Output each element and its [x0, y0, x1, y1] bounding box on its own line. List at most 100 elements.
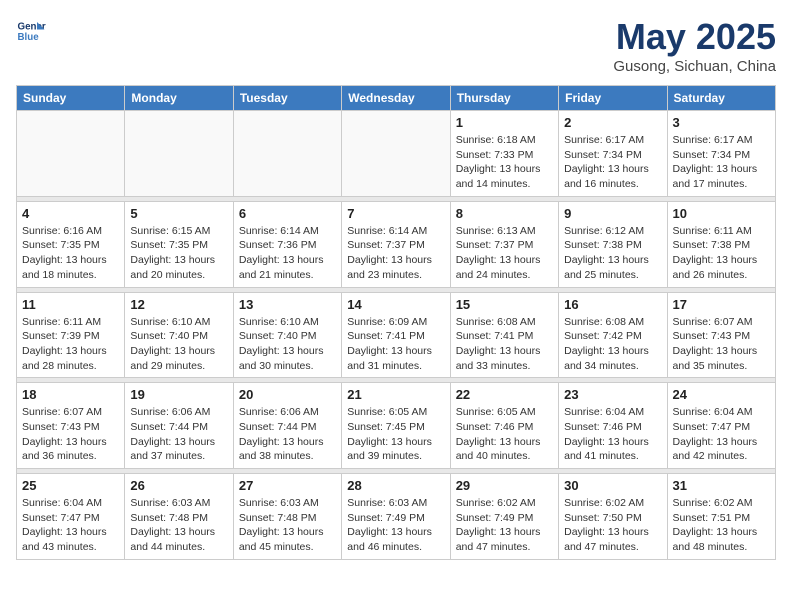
calendar-cell: 13 Sunrise: 6:10 AM Sunset: 7:40 PM Dayli…	[233, 292, 341, 378]
calendar-cell: 31 Sunrise: 6:02 AM Sunset: 7:51 PM Dayli…	[667, 474, 775, 560]
day-info: Sunrise: 6:05 AM Sunset: 7:45 PM Dayligh…	[347, 405, 444, 464]
day-number: 28	[347, 478, 444, 493]
day-info: Sunrise: 6:10 AM Sunset: 7:40 PM Dayligh…	[239, 315, 336, 374]
calendar-cell: 29 Sunrise: 6:02 AM Sunset: 7:49 PM Dayli…	[450, 474, 558, 560]
day-number: 7	[347, 206, 444, 221]
calendar-cell: 17Sunrise: 6:07 AM Sunset: 7:43 PM Dayli…	[667, 292, 775, 378]
day-info: Sunrise: 6:14 AM Sunset: 7:37 PM Dayligh…	[347, 224, 444, 283]
calendar-cell	[17, 111, 125, 197]
day-number: 20	[239, 387, 336, 402]
calendar-cell: 3 Sunrise: 6:17 AM Sunset: 7:34 PM Daylig…	[667, 111, 775, 197]
day-info: Sunrise: 6:02 AM Sunset: 7:50 PM Dayligh…	[564, 496, 661, 555]
day-number: 24	[673, 387, 770, 402]
calendar-table: SundayMondayTuesdayWednesdayThursdayFrid…	[16, 85, 776, 560]
calendar-cell: 15 Sunrise: 6:08 AM Sunset: 7:41 PM Dayli…	[450, 292, 558, 378]
calendar-cell: 23 Sunrise: 6:04 AM Sunset: 7:46 PM Dayli…	[559, 383, 667, 469]
calendar-cell: 21 Sunrise: 6:05 AM Sunset: 7:45 PM Dayli…	[342, 383, 450, 469]
day-info: Sunrise: 6:03 AM Sunset: 7:48 PM Dayligh…	[239, 496, 336, 555]
day-header-sunday: Sunday	[17, 86, 125, 111]
day-number: 9	[564, 206, 661, 221]
calendar-cell	[233, 111, 341, 197]
week-row-4: 18 Sunrise: 6:07 AM Sunset: 7:43 PM Dayli…	[17, 383, 776, 469]
day-header-friday: Friday	[559, 86, 667, 111]
calendar-cell: 25Sunrise: 6:04 AM Sunset: 7:47 PM Dayli…	[17, 474, 125, 560]
title-block: May 2025 Gusong, Sichuan, China	[613, 16, 776, 75]
day-info: Sunrise: 6:13 AM Sunset: 7:37 PM Dayligh…	[456, 224, 553, 283]
day-number: 27	[239, 478, 336, 493]
day-info: Sunrise: 6:06 AM Sunset: 7:44 PM Dayligh…	[130, 405, 227, 464]
calendar-cell: 24 Sunrise: 6:04 AM Sunset: 7:47 PM Dayli…	[667, 383, 775, 469]
day-info: Sunrise: 6:09 AM Sunset: 7:41 PM Dayligh…	[347, 315, 444, 374]
day-number: 29	[456, 478, 553, 493]
page-header: General Blue May 2025 Gusong, Sichuan, C…	[16, 16, 776, 75]
calendar-cell: 7 Sunrise: 6:14 AM Sunset: 7:37 PM Daylig…	[342, 201, 450, 287]
location-subtitle: Gusong, Sichuan, China	[613, 58, 776, 75]
day-number: 11	[22, 297, 119, 312]
day-number: 14	[347, 297, 444, 312]
calendar-cell: 19Sunrise: 6:06 AM Sunset: 7:44 PM Dayli…	[125, 383, 233, 469]
day-header-row: SundayMondayTuesdayWednesdayThursdayFrid…	[17, 86, 776, 111]
week-row-5: 25Sunrise: 6:04 AM Sunset: 7:47 PM Dayli…	[17, 474, 776, 560]
calendar-cell: 30Sunrise: 6:02 AM Sunset: 7:50 PM Dayli…	[559, 474, 667, 560]
day-info: Sunrise: 6:02 AM Sunset: 7:49 PM Dayligh…	[456, 496, 553, 555]
calendar-cell: 16Sunrise: 6:08 AM Sunset: 7:42 PM Dayli…	[559, 292, 667, 378]
week-row-1: 1Sunrise: 6:18 AM Sunset: 7:33 PM Daylig…	[17, 111, 776, 197]
calendar-cell: 2 Sunrise: 6:17 AM Sunset: 7:34 PM Daylig…	[559, 111, 667, 197]
day-number: 1	[456, 115, 553, 130]
day-info: Sunrise: 6:12 AM Sunset: 7:38 PM Dayligh…	[564, 224, 661, 283]
day-info: Sunrise: 6:06 AM Sunset: 7:44 PM Dayligh…	[239, 405, 336, 464]
day-number: 3	[673, 115, 770, 130]
calendar-cell: 11Sunrise: 6:11 AM Sunset: 7:39 PM Dayli…	[17, 292, 125, 378]
day-info: Sunrise: 6:02 AM Sunset: 7:51 PM Dayligh…	[673, 496, 770, 555]
day-info: Sunrise: 6:16 AM Sunset: 7:35 PM Dayligh…	[22, 224, 119, 283]
day-info: Sunrise: 6:11 AM Sunset: 7:38 PM Dayligh…	[673, 224, 770, 283]
calendar-cell: 22 Sunrise: 6:05 AM Sunset: 7:46 PM Dayli…	[450, 383, 558, 469]
day-info: Sunrise: 6:08 AM Sunset: 7:42 PM Dayligh…	[564, 315, 661, 374]
day-number: 26	[130, 478, 227, 493]
calendar-cell: 27 Sunrise: 6:03 AM Sunset: 7:48 PM Dayli…	[233, 474, 341, 560]
day-info: Sunrise: 6:08 AM Sunset: 7:41 PM Dayligh…	[456, 315, 553, 374]
day-number: 8	[456, 206, 553, 221]
calendar-cell: 26 Sunrise: 6:03 AM Sunset: 7:48 PM Dayli…	[125, 474, 233, 560]
day-number: 4	[22, 206, 119, 221]
week-row-2: 4 Sunrise: 6:16 AM Sunset: 7:35 PM Daylig…	[17, 201, 776, 287]
day-info: Sunrise: 6:04 AM Sunset: 7:46 PM Dayligh…	[564, 405, 661, 464]
calendar-cell: 4 Sunrise: 6:16 AM Sunset: 7:35 PM Daylig…	[17, 201, 125, 287]
calendar-cell: 12Sunrise: 6:10 AM Sunset: 7:40 PM Dayli…	[125, 292, 233, 378]
day-number: 15	[456, 297, 553, 312]
calendar-cell: 1Sunrise: 6:18 AM Sunset: 7:33 PM Daylig…	[450, 111, 558, 197]
day-info: Sunrise: 6:05 AM Sunset: 7:46 PM Dayligh…	[456, 405, 553, 464]
calendar-cell: 9 Sunrise: 6:12 AM Sunset: 7:38 PM Daylig…	[559, 201, 667, 287]
svg-text:Blue: Blue	[18, 32, 40, 43]
day-info: Sunrise: 6:15 AM Sunset: 7:35 PM Dayligh…	[130, 224, 227, 283]
calendar-cell: 6Sunrise: 6:14 AM Sunset: 7:36 PM Daylig…	[233, 201, 341, 287]
calendar-cell: 18 Sunrise: 6:07 AM Sunset: 7:43 PM Dayli…	[17, 383, 125, 469]
day-number: 22	[456, 387, 553, 402]
calendar-cell: 5 Sunrise: 6:15 AM Sunset: 7:35 PM Daylig…	[125, 201, 233, 287]
day-header-thursday: Thursday	[450, 86, 558, 111]
day-number: 31	[673, 478, 770, 493]
day-info: Sunrise: 6:03 AM Sunset: 7:48 PM Dayligh…	[130, 496, 227, 555]
calendar-cell: 28Sunrise: 6:03 AM Sunset: 7:49 PM Dayli…	[342, 474, 450, 560]
day-number: 23	[564, 387, 661, 402]
day-number: 18	[22, 387, 119, 402]
day-info: Sunrise: 6:07 AM Sunset: 7:43 PM Dayligh…	[673, 315, 770, 374]
day-number: 21	[347, 387, 444, 402]
day-header-tuesday: Tuesday	[233, 86, 341, 111]
day-info: Sunrise: 6:04 AM Sunset: 7:47 PM Dayligh…	[673, 405, 770, 464]
day-number: 2	[564, 115, 661, 130]
logo: General Blue	[16, 16, 46, 46]
day-info: Sunrise: 6:17 AM Sunset: 7:34 PM Dayligh…	[673, 133, 770, 192]
calendar-cell	[125, 111, 233, 197]
day-header-wednesday: Wednesday	[342, 86, 450, 111]
day-info: Sunrise: 6:14 AM Sunset: 7:36 PM Dayligh…	[239, 224, 336, 283]
day-info: Sunrise: 6:04 AM Sunset: 7:47 PM Dayligh…	[22, 496, 119, 555]
day-info: Sunrise: 6:17 AM Sunset: 7:34 PM Dayligh…	[564, 133, 661, 192]
day-number: 13	[239, 297, 336, 312]
logo-icon: General Blue	[16, 16, 46, 46]
day-number: 10	[673, 206, 770, 221]
calendar-cell: 8 Sunrise: 6:13 AM Sunset: 7:37 PM Daylig…	[450, 201, 558, 287]
day-info: Sunrise: 6:07 AM Sunset: 7:43 PM Dayligh…	[22, 405, 119, 464]
day-number: 5	[130, 206, 227, 221]
week-row-3: 11Sunrise: 6:11 AM Sunset: 7:39 PM Dayli…	[17, 292, 776, 378]
